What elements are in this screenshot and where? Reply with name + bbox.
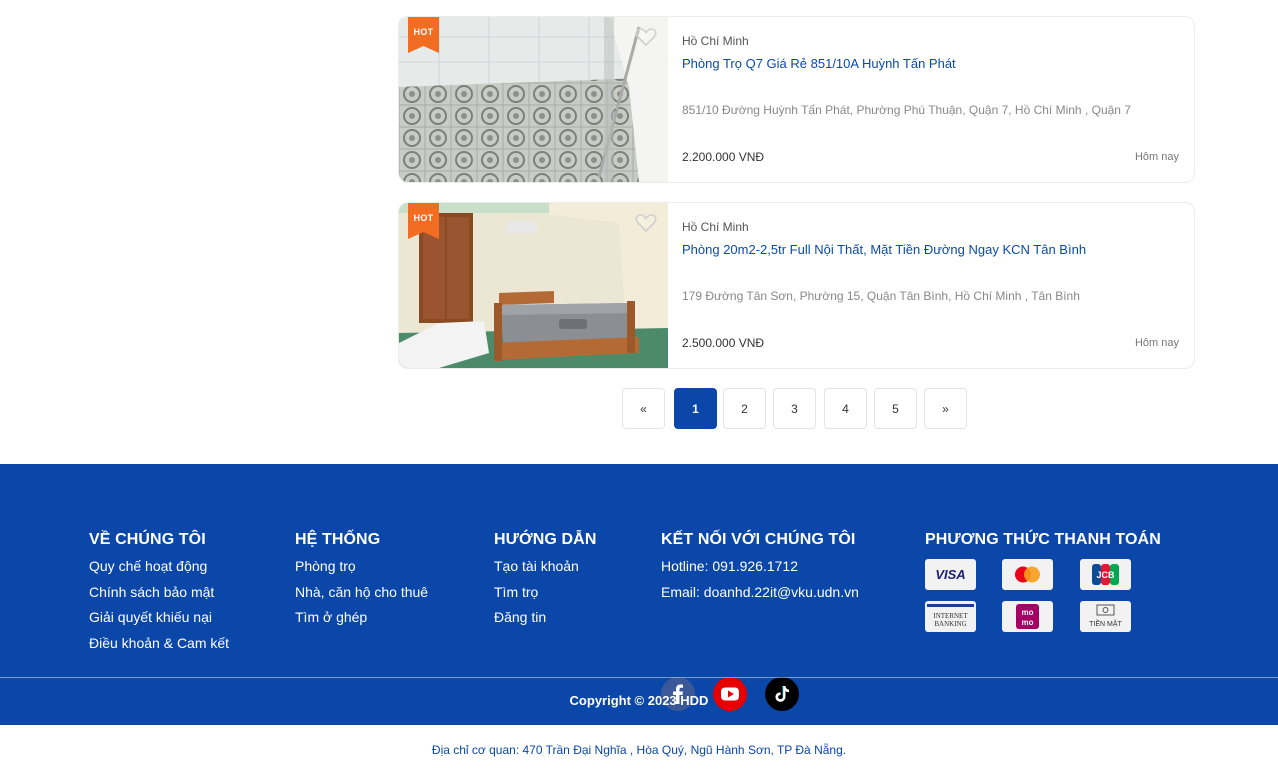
footer-link-rooms[interactable]: Phòng trọ xyxy=(295,559,428,574)
momo-icon: mo mo xyxy=(1002,601,1053,632)
listing-date: Hôm nay xyxy=(1134,337,1179,349)
footer-link-post-listing[interactable]: Đăng tin xyxy=(494,610,597,625)
svg-text:mo: mo xyxy=(1022,608,1034,617)
footer-hotline[interactable]: Hotline: 091.926.1712 xyxy=(661,559,859,574)
favorite-heart-icon[interactable] xyxy=(635,27,657,47)
copyright: Copyright © 2023 HDD xyxy=(569,693,709,708)
listing-thumbnail[interactable]: HOT xyxy=(399,203,668,368)
footer-system-column: HỆ THỐNG Phòng trọ Nhà, căn hộ cho thuê … xyxy=(295,531,428,636)
listing-price: 2.500.000 VNĐ xyxy=(682,336,765,350)
footer-payment-column: PHƯƠNG THỨC THANH TOÁN VISA JCB INTERNET… xyxy=(925,531,1161,639)
footer-link-operating-rules[interactable]: Quy chế hoạt động xyxy=(89,559,229,574)
pagination-prev-button[interactable]: « xyxy=(622,388,665,429)
hot-badge: HOT xyxy=(408,17,439,53)
footer-link-terms[interactable]: Điều khoản & Cam kết xyxy=(89,635,229,651)
svg-text:VISA: VISA xyxy=(935,567,965,582)
footer-divider xyxy=(0,677,1278,678)
listing-price: 2.200.000 VNĐ xyxy=(682,150,765,164)
pagination-page-4[interactable]: 4 xyxy=(824,388,867,429)
footer-connect-column: KẾT NỐI VỚI CHÚNG TÔI Hotline: 091.926.1… xyxy=(661,531,859,711)
svg-text:mo: mo xyxy=(1022,618,1034,627)
listing-city: Hồ Chí Minh xyxy=(682,34,749,48)
footer-about-column: VỀ CHÚNG TÔI Quy chế hoạt động Chính sác… xyxy=(89,531,229,661)
listing-info: Hồ Chí Minh Phòng 20m2-2,5tr Full Nội Th… xyxy=(682,203,1194,368)
listing-city: Hồ Chí Minh xyxy=(682,220,749,234)
pagination-page-2[interactable]: 2 xyxy=(723,388,766,429)
payment-methods: VISA JCB INTERNET BANKING mo mo TIỀN MẶT xyxy=(925,559,1145,639)
footer-system-heading: HỆ THỐNG xyxy=(295,531,381,548)
listing-address: 179 Đường Tân Sơn, Phường 15, Quận Tân B… xyxy=(682,289,1080,303)
footer-link-create-account[interactable]: Tạo tài khoản xyxy=(494,559,597,574)
footer-link-roommates[interactable]: Tìm ở ghép xyxy=(295,610,428,625)
listing-date: Hôm nay xyxy=(1134,151,1179,163)
favorite-heart-icon[interactable] xyxy=(635,213,657,233)
listing-address: 851/10 Đường Huỳnh Tấn Phát, Phường Phú … xyxy=(682,103,1131,117)
footer-email[interactable]: Email: doanhd.22it@vku.udn.vn xyxy=(661,584,859,600)
pagination-next-button[interactable]: » xyxy=(924,388,967,429)
listing-title-link[interactable]: Phòng 20m2-2,5tr Full Nội Thất, Mặt Tiền… xyxy=(682,242,1086,257)
listing-title-link[interactable]: Phòng Trọ Q7 Giá Rẻ 851/10A Huỳnh Tấn Ph… xyxy=(682,56,956,71)
listing-info: Hồ Chí Minh Phòng Trọ Q7 Giá Rẻ 851/10A … xyxy=(682,17,1194,182)
listing-card[interactable]: HOT Hồ Chí Minh Phòng Trọ Q7 Giá Rẻ 851/… xyxy=(398,16,1195,183)
footer-guide-heading: HƯỚNG DẪN xyxy=(494,531,597,548)
footer-link-complaints[interactable]: Giải quyết khiếu nại xyxy=(89,610,229,625)
svg-text:JCB: JCB xyxy=(1096,570,1115,580)
svg-text:BANKING: BANKING xyxy=(934,620,966,628)
listing-thumbnail[interactable]: HOT xyxy=(399,17,668,182)
footer-link-privacy-policy[interactable]: Chính sách bảo mật xyxy=(89,584,229,600)
jcb-icon: JCB xyxy=(1080,559,1131,590)
pagination-page-1[interactable]: 1 xyxy=(674,388,717,429)
pagination-page-5[interactable]: 5 xyxy=(874,388,917,429)
hot-badge: HOT xyxy=(408,203,439,239)
footer-guide-column: HƯỚNG DẪN Tạo tài khoản Tìm trọ Đăng tin xyxy=(494,531,597,636)
footer-connect-heading: KẾT NỐI VỚI CHÚNG TÔI xyxy=(661,531,856,548)
page: HOT Hồ Chí Minh Phòng Trọ Q7 Giá Rẻ 851/… xyxy=(0,0,1278,778)
pagination-page-3[interactable]: 3 xyxy=(773,388,816,429)
footer-about-heading: VỀ CHÚNG TÔI xyxy=(89,531,206,548)
footer-link-find-room[interactable]: Tìm trọ xyxy=(494,584,597,600)
visa-icon: VISA xyxy=(925,559,976,590)
office-address: Địa chỉ cơ quan: 470 Trần Đại Nghĩa , Hò… xyxy=(431,743,847,757)
internet-banking-icon: INTERNET BANKING xyxy=(925,601,976,632)
footer: VỀ CHÚNG TÔI Quy chế hoạt động Chính sác… xyxy=(0,464,1278,725)
svg-text:INTERNET: INTERNET xyxy=(933,612,968,620)
footer-link-houses[interactable]: Nhà, căn hộ cho thuê xyxy=(295,584,428,600)
svg-text:TIỀN MẶT: TIỀN MẶT xyxy=(1089,618,1122,628)
listing-card[interactable]: HOT Hồ Chí Minh Phòng 20m2-2,5tr Full Nộ… xyxy=(398,202,1195,369)
mastercard-icon xyxy=(1002,559,1053,590)
cash-icon: TIỀN MẶT xyxy=(1080,601,1131,632)
footer-payment-heading: PHƯƠNG THỨC THANH TOÁN xyxy=(925,531,1161,548)
